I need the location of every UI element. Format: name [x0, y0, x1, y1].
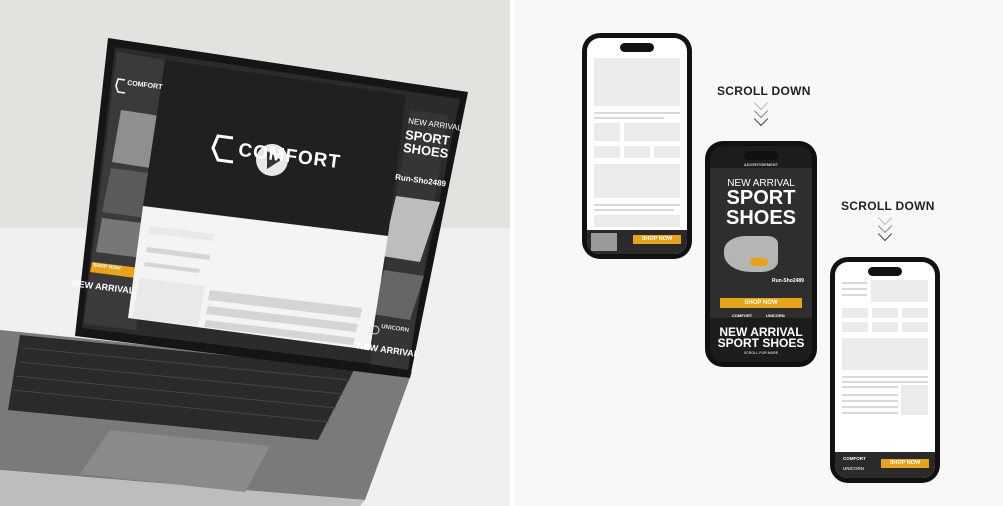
phone-2-shop-button[interactable]: SHOP NOW	[720, 298, 802, 308]
phone-1-notch	[620, 43, 654, 52]
phone-1-sticky-ad: SHOP NOW	[587, 230, 687, 254]
laptop-illustration	[0, 38, 468, 506]
phone-3-partner: UNICORN	[843, 466, 864, 471]
phone-2-product-code: Run-Sho2489	[772, 278, 804, 284]
phone-3-screen: COMFORT UNICORN SHOP NOW	[835, 262, 935, 478]
phone-1: SHOP NOW	[582, 33, 692, 259]
phone-1-screen: SHOP NOW	[587, 38, 687, 254]
phone-2-footer-small: SCROLL FOR MORE	[743, 351, 779, 355]
phones-scene: SHOP NOW SCROLL DOWN ADVERTISEMENT NEW A…	[515, 0, 1003, 506]
phone-2-brand: COMFORT	[732, 313, 753, 318]
phone-2-top-label: ADVERTISEMENT	[743, 162, 779, 167]
phone-3: COMFORT UNICORN SHOP NOW	[830, 257, 940, 483]
phone-2: ADVERTISEMENT NEW ARRIVAL SPORT SHOES Ru…	[705, 141, 817, 367]
phone-3-shop-button[interactable]: SHOP NOW	[881, 459, 929, 468]
phone-3-notch	[868, 267, 902, 276]
laptop-scene: COMFORT COMFORT NEW ARRIVAL SPORT SHOES …	[0, 0, 510, 506]
shoe-image	[724, 236, 778, 272]
phone-3-sticky-ad: COMFORT UNICORN SHOP NOW	[835, 452, 935, 478]
scroll-down-label-1: SCROLL DOWN	[717, 84, 811, 98]
phone-1-shop-button[interactable]: SHOP NOW	[633, 235, 681, 244]
phone-2-headline-big-2: SHOES	[725, 207, 797, 229]
mockup-stage: COMFORT COMFORT NEW ARRIVAL SPORT SHOES …	[0, 0, 1003, 506]
phone-2-footer-2: SPORT SHOES	[717, 336, 805, 350]
phone-2-notch	[744, 151, 778, 160]
phone-2-screen: ADVERTISEMENT NEW ARRIVAL SPORT SHOES Ru…	[710, 146, 812, 362]
phone-2-headline-big-1: SPORT	[726, 187, 796, 209]
phone-3-brand: COMFORT	[843, 456, 866, 461]
scroll-down-label-2: SCROLL DOWN	[841, 199, 935, 213]
phone-2-partner: UNICORN	[766, 313, 785, 318]
